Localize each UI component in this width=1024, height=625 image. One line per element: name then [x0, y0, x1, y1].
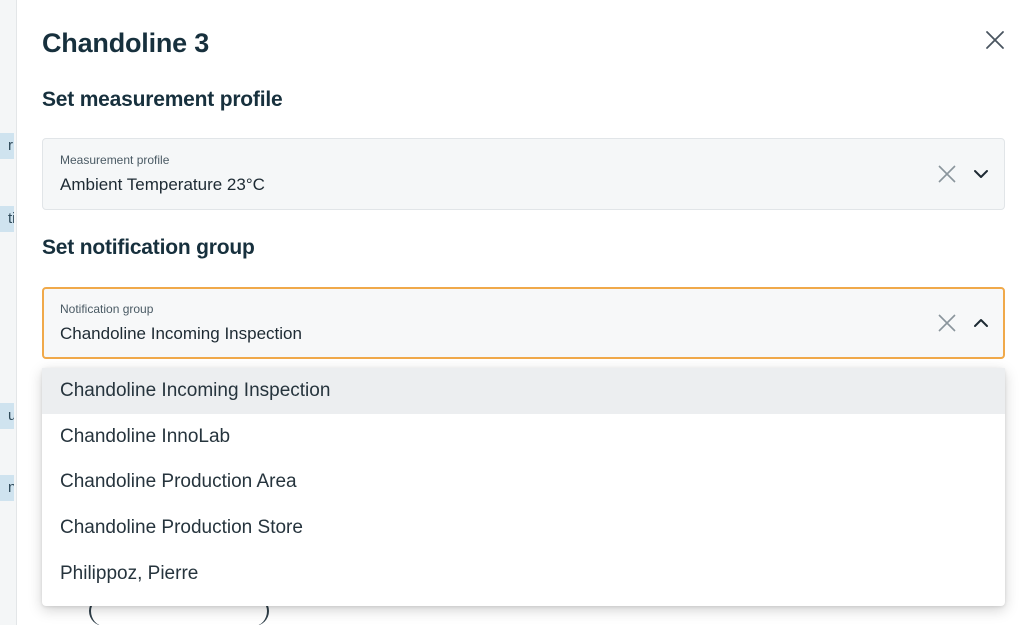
measurement-profile-value: Ambient Temperature 23°C	[60, 175, 265, 194]
measurement-profile-expand-button[interactable]	[972, 165, 990, 183]
notification-group-select[interactable]: Notification group Chandoline Incoming I…	[42, 287, 1005, 359]
clear-icon	[938, 314, 956, 332]
background-fragment: r	[0, 133, 14, 159]
background-fragment: u	[0, 403, 14, 429]
measurement-profile-clear-button[interactable]	[936, 163, 958, 185]
notification-group-heading: Set notification group	[42, 236, 255, 259]
option-production-area[interactable]: Chandoline Production Area	[42, 459, 1005, 505]
chevron-up-icon	[974, 319, 988, 327]
option-incoming-inspection[interactable]: Chandoline Incoming Inspection	[42, 368, 1005, 414]
option-innolab[interactable]: Chandoline InnoLab	[42, 414, 1005, 460]
notification-group-label: Notification group	[60, 302, 154, 316]
measurement-profile-label: Measurement profile	[60, 153, 170, 167]
close-icon	[986, 31, 1004, 49]
notification-group-value: Chandoline Incoming Inspection	[60, 324, 302, 343]
option-philippoz-pierre[interactable]: Philippoz, Pierre	[42, 551, 1005, 597]
settings-drawer: Chandoline 3 Set measurement profile Mea…	[17, 0, 1024, 625]
notification-group-collapse-button[interactable]	[972, 314, 990, 332]
notification-group-clear-button[interactable]	[936, 312, 958, 334]
measurement-profile-heading: Set measurement profile	[42, 88, 283, 111]
notification-group-options: Chandoline Incoming Inspection Chandolin…	[42, 368, 1005, 606]
background-fragment: ti	[0, 206, 14, 232]
close-button[interactable]	[983, 28, 1007, 52]
drawer-title: Chandoline 3	[42, 28, 210, 58]
background-fragment: n	[0, 475, 14, 501]
chevron-down-icon	[974, 170, 988, 178]
measurement-profile-select[interactable]: Measurement profile Ambient Temperature …	[42, 138, 1005, 210]
option-production-store[interactable]: Chandoline Production Store	[42, 505, 1005, 551]
background-page: r ti u n	[0, 0, 17, 625]
clear-icon	[938, 165, 956, 183]
